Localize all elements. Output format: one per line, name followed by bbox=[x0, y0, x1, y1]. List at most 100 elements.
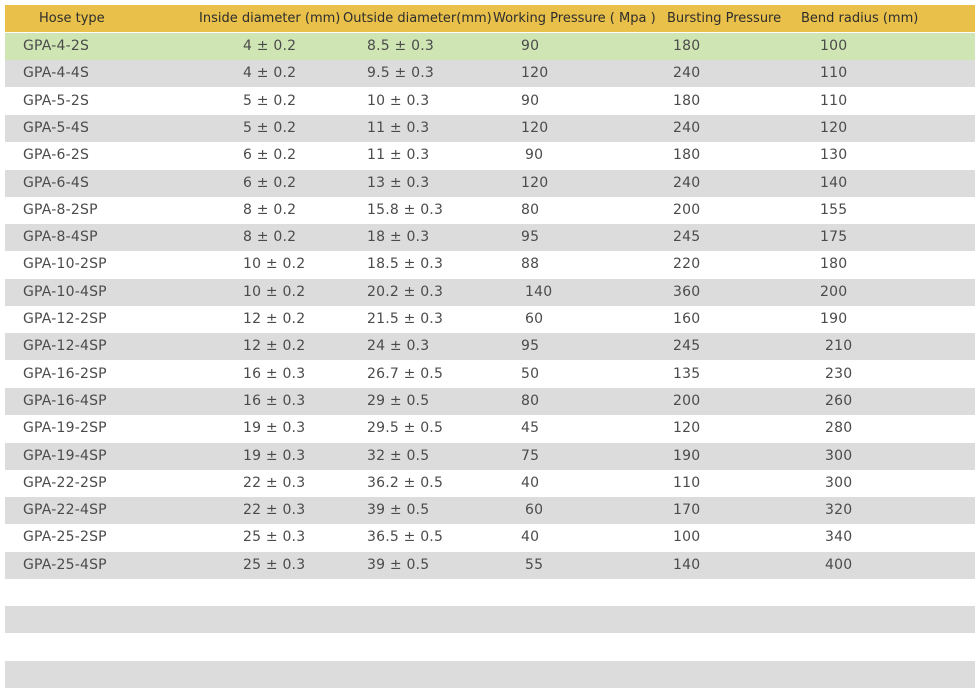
working-pressure-cell: 90 bbox=[521, 38, 540, 54]
bursting-pressure-cell: 100 bbox=[673, 529, 701, 545]
working-pressure-cell: 95 bbox=[521, 338, 540, 354]
outside-diameter-cell: 36.2 ± 0.5 bbox=[367, 475, 444, 491]
inside-diameter-cell: 12 ± 0.2 bbox=[243, 338, 306, 354]
table-row: GPA-6-2S 6 ± 0.2 11 ± 0.3 90 180 130 bbox=[5, 142, 975, 169]
bursting-pressure-cell: 245 bbox=[673, 338, 701, 354]
hose-type-cell: GPA-19-4SP bbox=[23, 448, 107, 464]
header-bend-radius: Bend radius (mm) bbox=[801, 11, 919, 26]
outside-diameter-cell: 39 ± 0.5 bbox=[367, 557, 430, 573]
inside-diameter-cell: 4 ± 0.2 bbox=[243, 65, 297, 81]
inside-diameter-cell: 19 ± 0.3 bbox=[243, 448, 306, 464]
working-pressure-cell: 120 bbox=[521, 175, 549, 191]
bursting-pressure-cell: 240 bbox=[673, 120, 701, 136]
bursting-pressure-cell: 200 bbox=[673, 202, 701, 218]
inside-diameter-cell: 4 ± 0.2 bbox=[243, 38, 297, 54]
inside-diameter-cell: 16 ± 0.3 bbox=[243, 366, 306, 382]
bursting-pressure-cell: 120 bbox=[673, 420, 701, 436]
inside-diameter-cell: 10 ± 0.2 bbox=[243, 284, 306, 300]
bend-radius-cell: 210 bbox=[825, 338, 853, 354]
hose-type-cell: GPA-6-2S bbox=[23, 147, 90, 163]
working-pressure-cell: 55 bbox=[525, 557, 544, 573]
hose-type-cell: GPA-5-4S bbox=[23, 120, 90, 136]
bend-radius-cell: 340 bbox=[825, 529, 853, 545]
working-pressure-cell: 80 bbox=[521, 393, 540, 409]
bursting-pressure-cell: 240 bbox=[673, 65, 701, 81]
inside-diameter-cell: 6 ± 0.2 bbox=[243, 147, 297, 163]
bend-radius-cell: 100 bbox=[820, 38, 848, 54]
hose-type-cell: GPA-10-4SP bbox=[23, 284, 107, 300]
bend-radius-cell: 190 bbox=[820, 311, 848, 327]
inside-diameter-cell: 16 ± 0.3 bbox=[243, 393, 306, 409]
working-pressure-cell: 40 bbox=[521, 529, 540, 545]
hose-type-cell: GPA-25-4SP bbox=[23, 557, 107, 573]
inside-diameter-cell: 6 ± 0.2 bbox=[243, 175, 297, 191]
table-row: GPA-4-4S 4 ± 0.2 9.5 ± 0.3 120 240 110 bbox=[5, 60, 975, 87]
header-hose-type: Hose type bbox=[39, 11, 105, 26]
working-pressure-cell: 50 bbox=[521, 366, 540, 382]
bend-radius-cell: 280 bbox=[825, 420, 853, 436]
bursting-pressure-cell: 160 bbox=[673, 311, 701, 327]
outside-diameter-cell: 29.5 ± 0.5 bbox=[367, 420, 444, 436]
hose-type-cell: GPA-8-2SP bbox=[23, 202, 98, 218]
bend-radius-cell: 175 bbox=[820, 229, 848, 245]
bend-radius-cell: 260 bbox=[825, 393, 853, 409]
working-pressure-cell: 60 bbox=[525, 311, 544, 327]
header-outside-diameter: Outside diameter(mm) bbox=[343, 11, 492, 26]
hose-type-cell: GPA-19-2SP bbox=[23, 420, 107, 436]
spec-table: Hose type Inside diameter (mm) Outside dia… bbox=[0, 0, 980, 700]
empty-row bbox=[5, 661, 975, 688]
empty-row bbox=[5, 606, 975, 633]
inside-diameter-cell: 12 ± 0.2 bbox=[243, 311, 306, 327]
header-bursting-pressure: Bursting Pressure bbox=[667, 11, 782, 26]
outside-diameter-cell: 32 ± 0.5 bbox=[367, 448, 430, 464]
hose-type-cell: GPA-8-4SP bbox=[23, 229, 98, 245]
bend-radius-cell: 110 bbox=[820, 93, 848, 109]
inside-diameter-cell: 10 ± 0.2 bbox=[243, 256, 306, 272]
table-row: GPA-12-4SP 12 ± 0.2 24 ± 0.3 95 245 210 bbox=[5, 333, 975, 360]
bursting-pressure-cell: 200 bbox=[673, 393, 701, 409]
inside-diameter-cell: 22 ± 0.3 bbox=[243, 475, 306, 491]
working-pressure-cell: 45 bbox=[521, 420, 540, 436]
table-row: GPA-19-2SP 19 ± 0.3 29.5 ± 0.5 45 120 280 bbox=[5, 415, 975, 442]
hose-type-cell: GPA-4-4S bbox=[23, 65, 90, 81]
inside-diameter-cell: 5 ± 0.2 bbox=[243, 120, 297, 136]
outside-diameter-cell: 8.5 ± 0.3 bbox=[367, 38, 434, 54]
outside-diameter-cell: 15.8 ± 0.3 bbox=[367, 202, 444, 218]
bend-radius-cell: 200 bbox=[820, 284, 848, 300]
bend-radius-cell: 400 bbox=[825, 557, 853, 573]
working-pressure-cell: 120 bbox=[521, 65, 549, 81]
inside-diameter-cell: 25 ± 0.3 bbox=[243, 557, 306, 573]
outside-diameter-cell: 39 ± 0.5 bbox=[367, 502, 430, 518]
table-row: GPA-19-4SP 19 ± 0.3 32 ± 0.5 75 190 300 bbox=[5, 443, 975, 470]
outside-diameter-cell: 29 ± 0.5 bbox=[367, 393, 430, 409]
table-header: Hose type Inside diameter (mm) Outside dia… bbox=[5, 5, 975, 32]
bursting-pressure-cell: 180 bbox=[673, 38, 701, 54]
bursting-pressure-cell: 245 bbox=[673, 229, 701, 245]
table-row: GPA-16-2SP 16 ± 0.3 26.7 ± 0.5 50 135 230 bbox=[5, 361, 975, 388]
bend-radius-cell: 300 bbox=[825, 448, 853, 464]
bend-radius-cell: 180 bbox=[820, 256, 848, 272]
working-pressure-cell: 95 bbox=[521, 229, 540, 245]
hose-type-cell: GPA-4-2S bbox=[23, 38, 90, 54]
outside-diameter-cell: 11 ± 0.3 bbox=[367, 120, 430, 136]
bend-radius-cell: 140 bbox=[820, 175, 848, 191]
hose-type-cell: GPA-25-2SP bbox=[23, 529, 107, 545]
hose-type-cell: GPA-16-4SP bbox=[23, 393, 107, 409]
table-row: GPA-8-4SP 8 ± 0.2 18 ± 0.3 95 245 175 bbox=[5, 224, 975, 251]
hose-type-cell: GPA-22-4SP bbox=[23, 502, 107, 518]
working-pressure-cell: 75 bbox=[521, 448, 540, 464]
table-row: GPA-25-2SP 25 ± 0.3 36.5 ± 0.5 40 100 340 bbox=[5, 524, 975, 551]
inside-diameter-cell: 8 ± 0.2 bbox=[243, 229, 297, 245]
bursting-pressure-cell: 135 bbox=[673, 366, 701, 382]
table-row: GPA-10-4SP 10 ± 0.2 20.2 ± 0.3 140 360 200 bbox=[5, 279, 975, 306]
hose-type-cell: GPA-5-2S bbox=[23, 93, 90, 109]
outside-diameter-cell: 20.2 ± 0.3 bbox=[367, 284, 444, 300]
outside-diameter-cell: 13 ± 0.3 bbox=[367, 175, 430, 191]
hose-type-cell: GPA-12-2SP bbox=[23, 311, 107, 327]
working-pressure-cell: 120 bbox=[521, 120, 549, 136]
outside-diameter-cell: 10 ± 0.3 bbox=[367, 93, 430, 109]
bursting-pressure-cell: 170 bbox=[673, 502, 701, 518]
table-row: GPA-22-2SP 22 ± 0.3 36.2 ± 0.5 40 110 300 bbox=[5, 470, 975, 497]
outside-diameter-cell: 21.5 ± 0.3 bbox=[367, 311, 444, 327]
bend-radius-cell: 110 bbox=[820, 65, 848, 81]
